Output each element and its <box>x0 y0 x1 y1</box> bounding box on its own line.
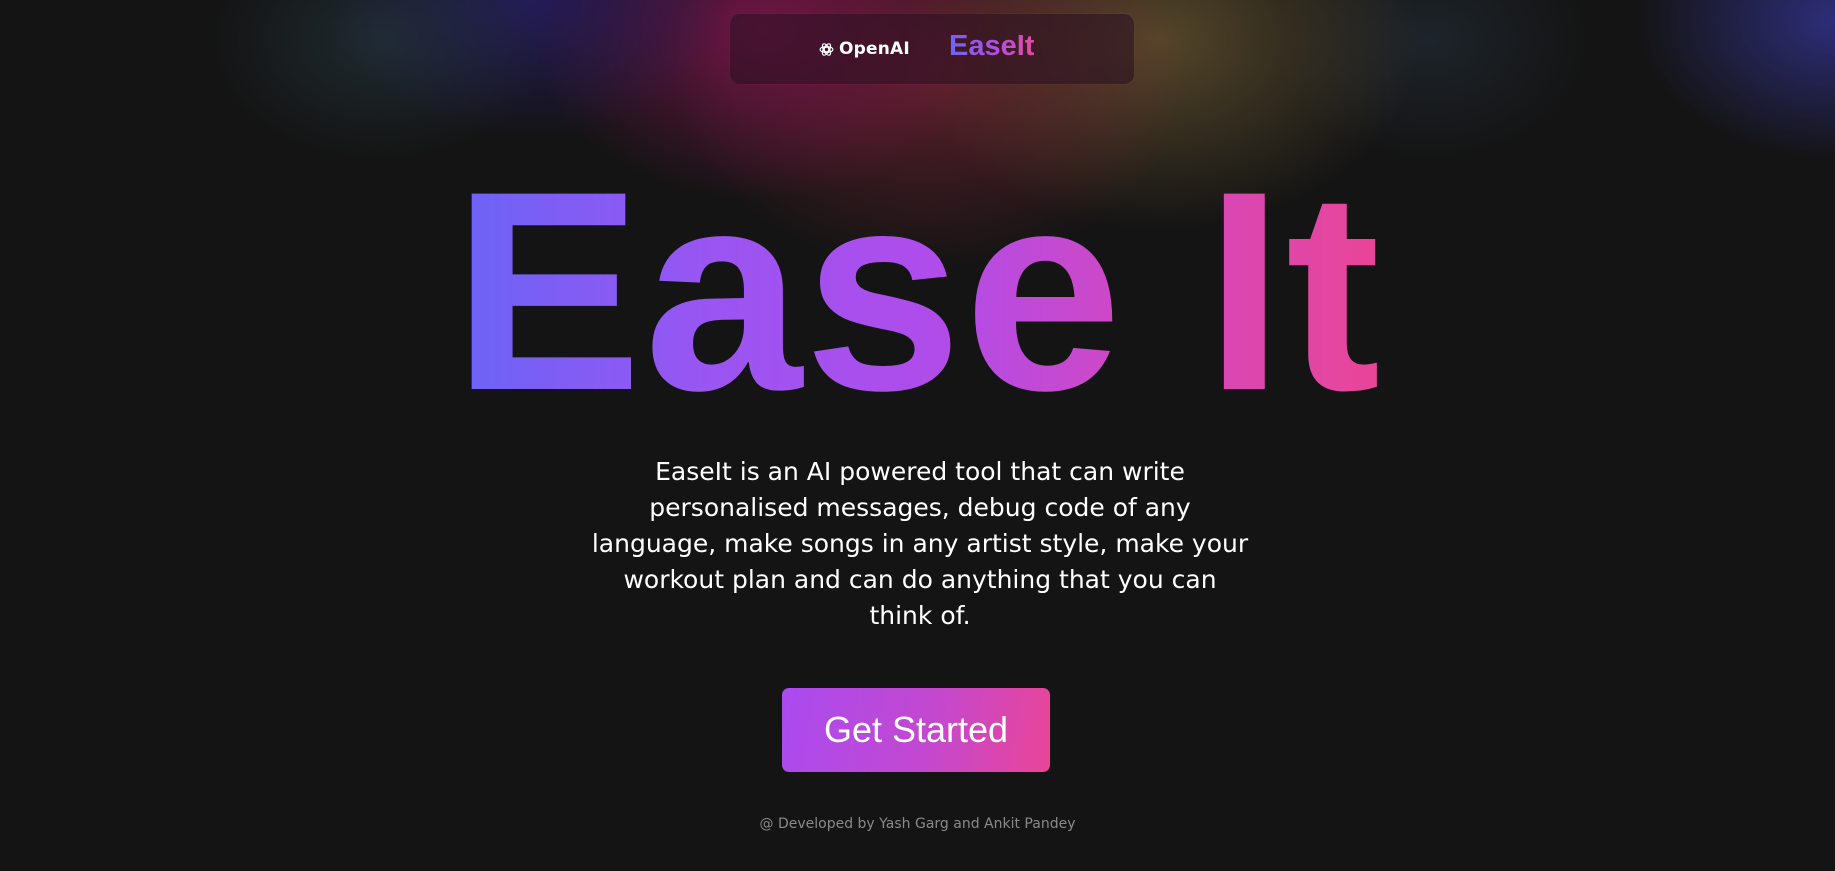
openai-link[interactable]: OpenAI <box>818 39 910 59</box>
hero-title-text: Ease It <box>449 150 1387 434</box>
openai-label: OpenAI <box>839 39 910 59</box>
footer-credit: @ Developed by Yash Garg and Ankit Pande… <box>759 816 1076 832</box>
brand-logo[interactable]: EaseIt <box>949 32 1034 61</box>
openai-logo-icon <box>818 41 835 58</box>
top-navbar: OpenAI EaseIt <box>730 14 1134 84</box>
hero-title: Ease It <box>0 150 1835 434</box>
get-started-button[interactable]: Get Started <box>782 688 1050 772</box>
hero-description: EaseIt is an AI powered tool that can wr… <box>591 457 1249 630</box>
